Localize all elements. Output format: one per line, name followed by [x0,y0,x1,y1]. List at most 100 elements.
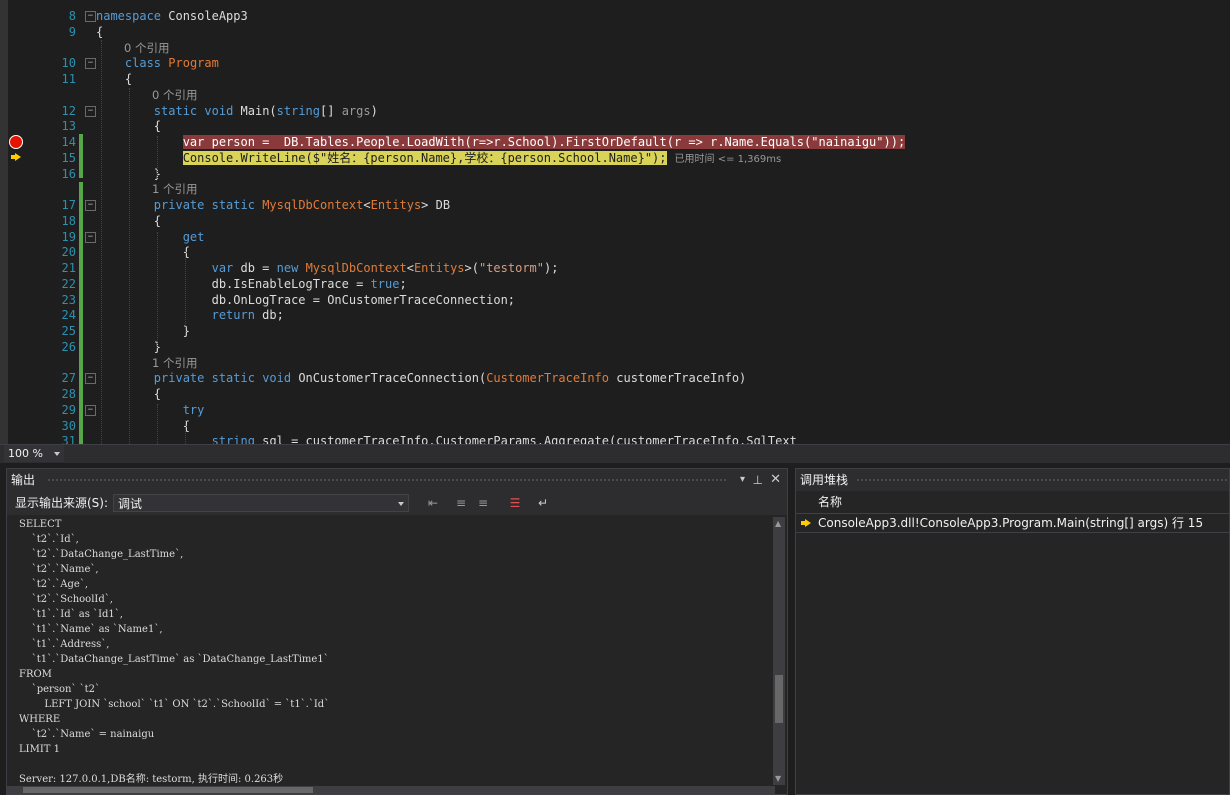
reference-count-link[interactable]: 1 个引用 [152,355,197,371]
line-number: 17 [61,198,76,212]
code-token: static [211,371,255,386]
code-line[interactable]: 29 try − [0,402,1230,418]
collapse-icon[interactable]: − [85,373,96,385]
perf-tip[interactable]: 已用时间 <= 1,369ms [675,154,782,165]
collapse-icon[interactable]: − [85,11,96,22]
code-line[interactable]: 10 class Program − [0,55,1230,71]
code-token: CustomerTraceInfo [486,371,610,386]
code-line[interactable]: 27 private static void OnCustomerTraceCo… [0,370,1230,386]
code-token: true [370,276,400,291]
collapse-icon[interactable]: − [85,231,96,243]
column-name-header[interactable]: 名称 [818,491,842,513]
code-line[interactable]: 14 var person = DB.Tables.People.LoadWit… [0,134,1230,150]
indent-guide [129,88,130,444]
code-line[interactable]: 18 { [0,213,1230,229]
breakpoint-icon[interactable] [9,135,23,149]
output-source-select[interactable]: 调试 [113,494,409,512]
codelens-hint[interactable]: 0 个引用 [0,40,1230,56]
code-text: var person = DB.Tables.People.LoadWith(r… [96,134,906,150]
prev-message-icon[interactable]: ≡ [453,495,469,511]
window-menu-icon[interactable]: ▾ [740,469,745,491]
code-token: MysqlDbContext [262,198,364,212]
code-token: Entitys [370,198,422,212]
codelens-hint[interactable]: 0 个引用 [0,87,1230,103]
code-text: } [96,323,190,339]
code-token: MysqlDbContext [305,261,407,275]
scroll-thumb[interactable] [23,787,313,793]
find-message-icon[interactable]: ⇤ [425,495,441,511]
code-line[interactable]: 8 namespace ConsoleApp3− [0,8,1230,24]
call-stack-window[interactable]: 调用堆栈 名称 ConsoleApp3.dll!ConsoleApp3.Prog… [795,468,1230,795]
reference-count-link[interactable]: 1 个引用 [152,181,197,197]
output-vertical-scrollbar[interactable]: ▲ ▼ [773,517,785,785]
scroll-down-icon[interactable]: ▼ [775,774,781,783]
reference-count-link[interactable]: 0 个引用 [152,87,197,103]
output-line: `t2`.`SchoolId`, [19,594,113,605]
output-text[interactable]: SELECT `t2`.`Id`, `t2`.`DataChange_LastT… [19,517,769,787]
output-line: `t2`.`Id`, [19,534,79,545]
indent-guide [157,404,158,444]
code-line[interactable]: 19 get − [0,229,1230,245]
code-line[interactable]: 12 static void Main(string[] args) − [0,103,1230,119]
codelens-hint[interactable]: 1 个引用 [0,181,1230,197]
output-title-bar[interactable]: 输出 ▾ ⊥ ✕ [7,469,787,491]
code-token: Entitys [413,261,465,275]
code-token: private [153,371,205,386]
code-line[interactable]: 26 } [0,339,1230,355]
line-number: 19 [61,229,76,244]
code-line[interactable]: 16 } [0,166,1230,182]
code-token: db; [254,308,284,323]
code-token: } [96,324,190,338]
call-stack-frame[interactable]: ConsoleApp3.dll!ConsoleApp3.Program.Main… [796,514,1229,533]
line-number: 23 [61,292,76,307]
code-token: new [276,261,299,275]
code-line[interactable]: 28 { [0,386,1230,402]
code-token: ); [544,261,559,275]
code-token: private [153,198,205,212]
code-line[interactable]: 17 private static MysqlDbContext<Entitys… [0,197,1230,213]
line-number: 15 [61,150,76,165]
close-icon[interactable]: ✕ [770,469,781,491]
word-wrap-icon[interactable]: ↵ [535,495,551,511]
code-line[interactable]: 11 { [0,71,1230,87]
scroll-up-icon[interactable]: ▲ [775,519,781,528]
line-number: 18 [61,213,76,228]
next-message-icon[interactable]: ≡ [475,495,491,511]
clear-all-icon[interactable]: ☰ [507,495,523,511]
collapse-icon[interactable]: − [85,105,96,117]
code-token: string [211,434,255,444]
output-window[interactable]: 输出 ▾ ⊥ ✕ 显示输出来源(S): 调试 ⇤ ≡ ≡ ☰ ↵ SELECT … [6,468,788,795]
collapse-icon[interactable]: − [85,58,96,70]
code-token: ; [399,276,407,291]
line-number: 11 [61,72,76,86]
output-title: 输出 [11,473,36,487]
code-token: class [124,56,162,71]
code-line[interactable]: 15 Console.WriteLine($"姓名：{person.Name},… [0,150,1230,166]
code-line[interactable]: 9{ [0,24,1230,40]
code-token: customerTraceInfo) [609,371,747,386]
line-number: 26 [61,339,76,354]
collapse-icon[interactable]: − [85,404,96,416]
collapse-icon[interactable]: − [85,200,96,211]
code-editor[interactable]: 8 namespace ConsoleApp3−9{0 个引用 10 class P… [0,0,1230,444]
output-horizontal-scrollbar[interactable] [7,786,775,794]
pin-icon[interactable]: ⊥ [753,469,763,491]
indent-guide [185,248,186,332]
output-toolbar: 显示输出来源(S): 调试 ⇤ ≡ ≡ ☰ ↵ [7,491,787,515]
codelens-hint[interactable]: 1 个引用 [0,355,1230,371]
zoom-dropdown[interactable]: 100 % [4,445,64,462]
scroll-thumb[interactable] [775,675,783,723]
code-token: Program [168,56,219,71]
current-statement-arrow-icon [15,153,21,161]
call-stack-title-bar[interactable]: 调用堆栈 [796,469,1229,491]
reference-count-link[interactable]: 0 个引用 [124,40,169,56]
code-token: db.IsEnableLogTrace = [96,276,371,291]
output-line: `t2`.`Age`, [19,579,88,590]
code-line[interactable]: 13 { [0,118,1230,134]
code-token: >( [464,261,479,275]
line-number: 28 [61,387,76,401]
